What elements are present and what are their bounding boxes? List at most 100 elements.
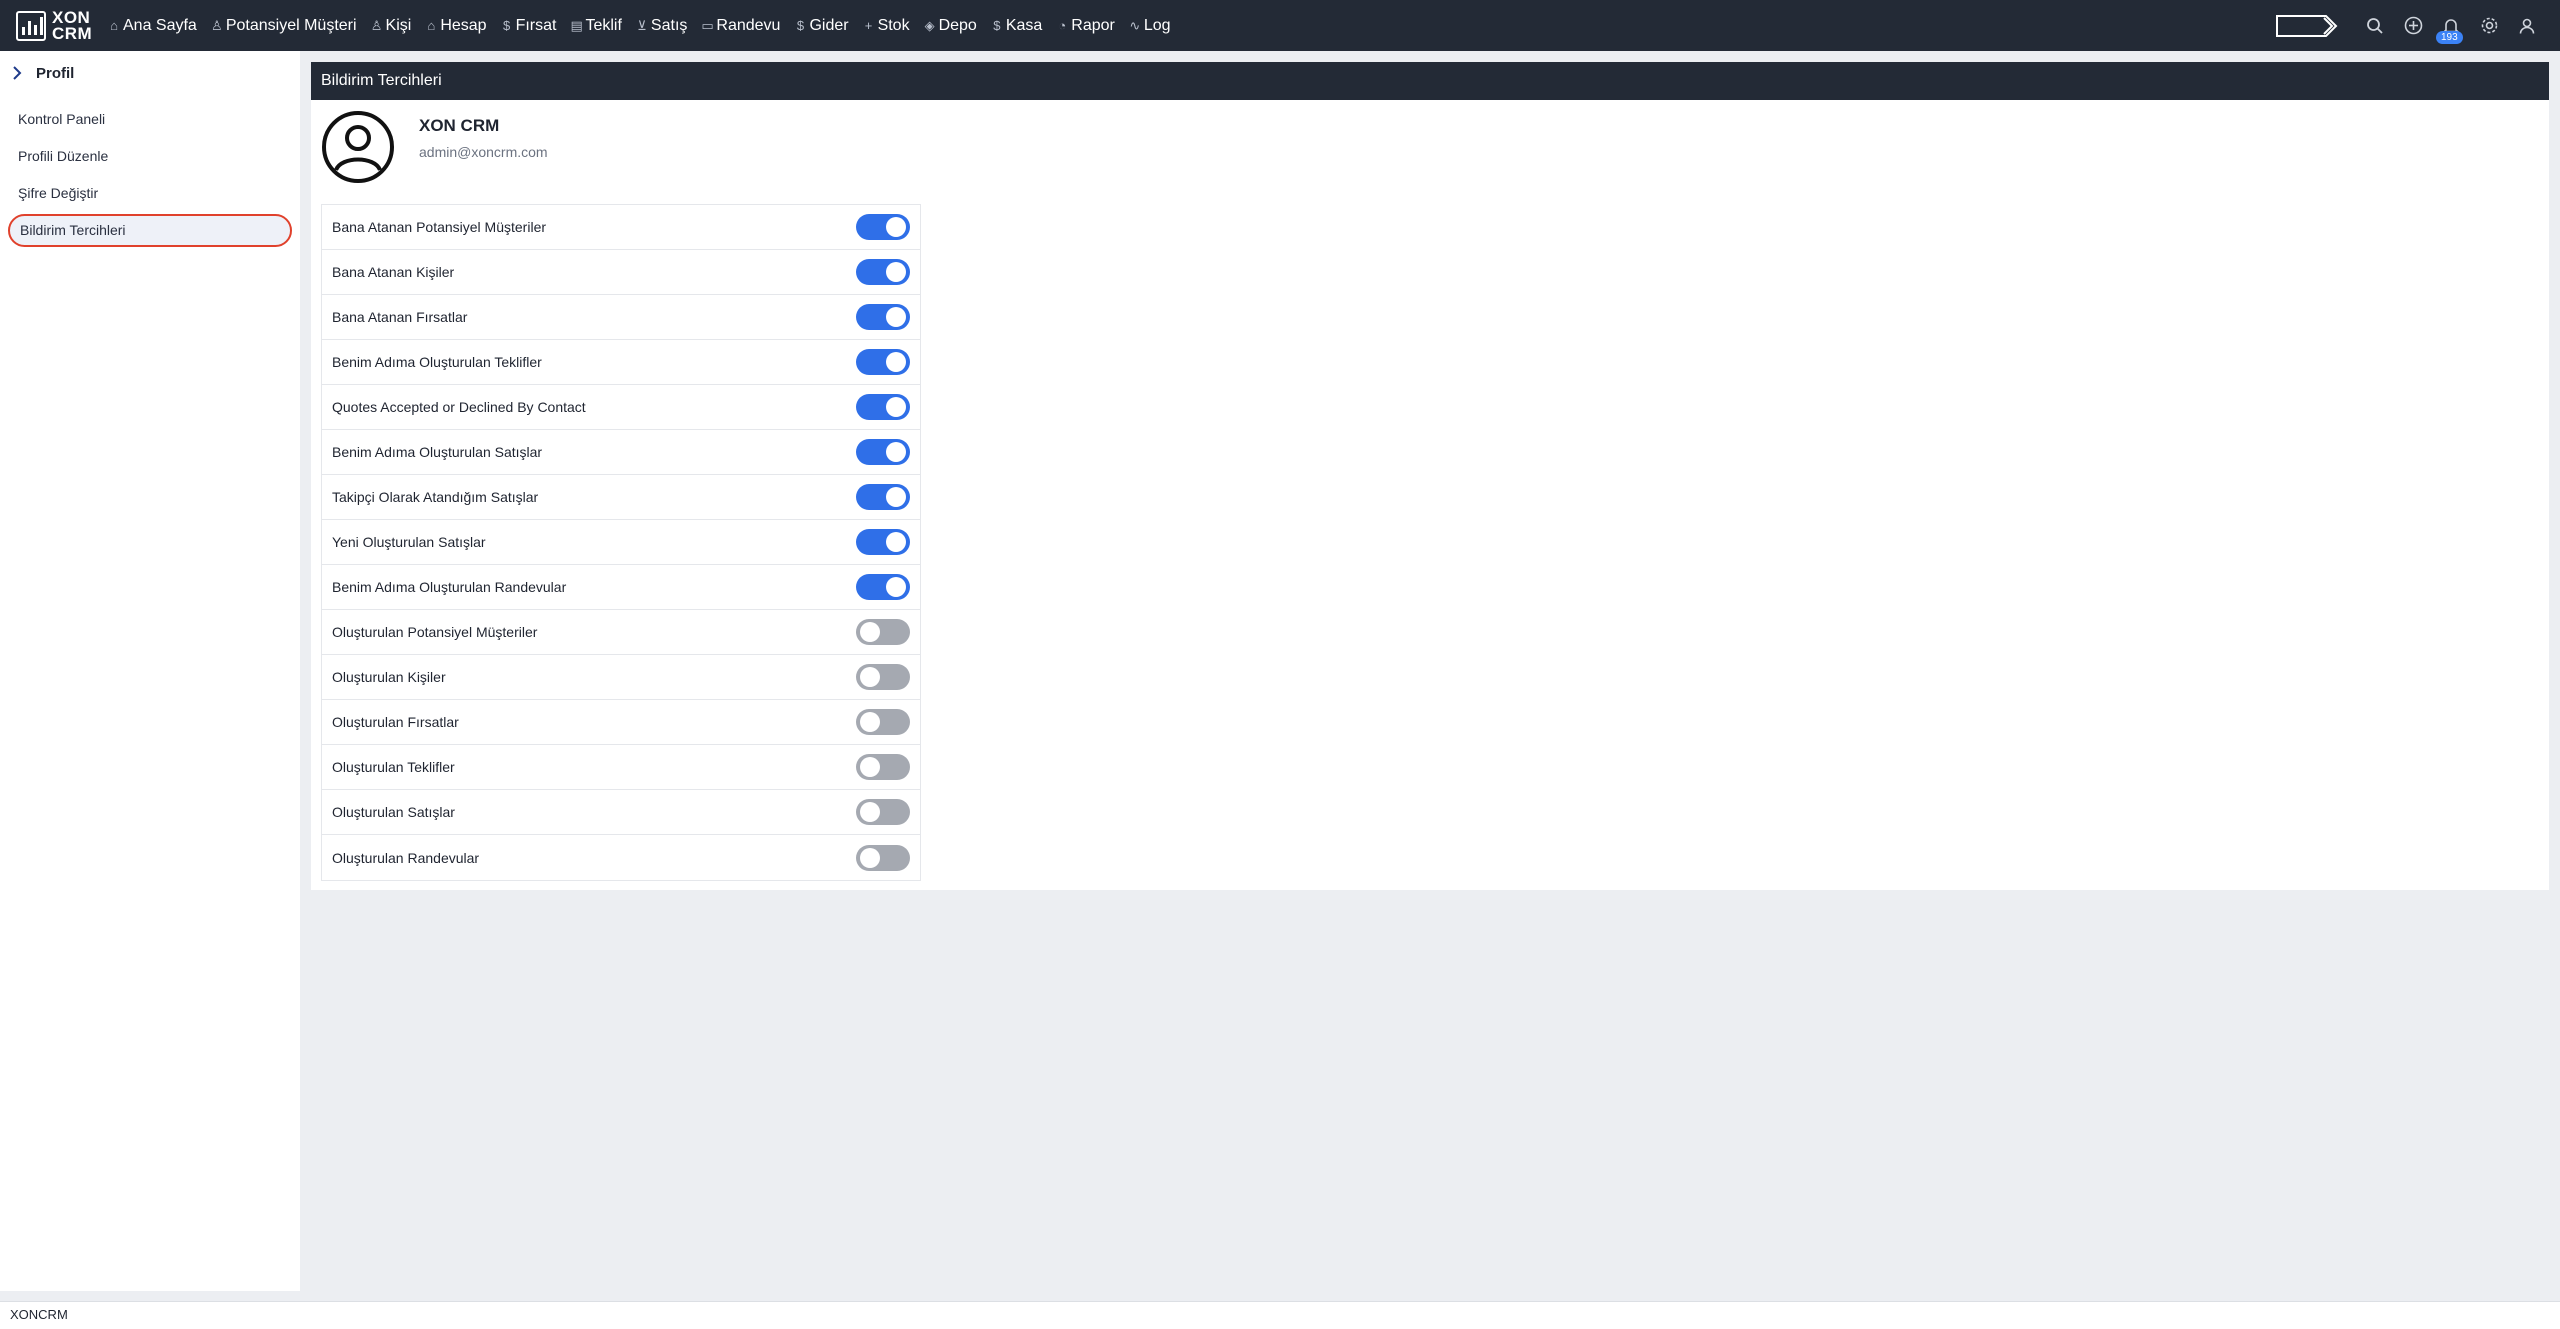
sidebar-title: Profil (36, 64, 75, 82)
chevron-right-icon[interactable] (10, 66, 24, 80)
profile-email: admin@xoncrm.com (419, 144, 548, 160)
nav-item-label: Potansiyel Müşteri (225, 16, 357, 34)
preference-toggle[interactable] (856, 799, 910, 825)
preference-toggle[interactable] (856, 574, 910, 600)
preference-row: Yeni Oluşturulan Satışlar (322, 520, 920, 565)
sidebar-item-2[interactable]: Profili Düzenle (8, 140, 292, 173)
bell-icon[interactable]: 193 (2436, 15, 2463, 44)
preference-toggle[interactable] (856, 394, 910, 420)
expenses-icon: $ (796, 18, 805, 33)
nav-item-label: Gider (809, 16, 849, 34)
nav-item-label: Fırsat (515, 16, 557, 34)
warehouse-icon: ◈ (924, 17, 935, 33)
toggle-knob (860, 847, 880, 868)
sidebar-item-3[interactable]: Şifre Değiştir (8, 177, 292, 210)
notification-count-badge: 193 (2436, 30, 2463, 44)
toggle-knob (860, 757, 880, 777)
toggle-knob (886, 352, 906, 372)
nav-item-sales[interactable]: ⊻ Satış (636, 17, 687, 35)
sidebar-header[interactable]: Profil (0, 51, 300, 95)
preference-label: Oluşturulan Potansiyel Müşteriler (332, 624, 538, 640)
toggle-knob (886, 397, 906, 417)
preference-toggle[interactable] (856, 259, 910, 285)
preference-toggle[interactable] (856, 664, 910, 690)
preference-row: Benim Adıma Oluşturulan Satışlar (322, 430, 920, 475)
nav-item-accounts[interactable]: ⌂ Hesap (425, 17, 486, 35)
nav-item-log[interactable]: ∿ Log (1129, 17, 1170, 35)
nav-item-label: Kasa (1005, 16, 1043, 34)
nav-item-label: Depo (938, 16, 977, 34)
log-icon: ∿ (1129, 17, 1141, 33)
sidebar-item-4[interactable]: Bildirim Tercihleri (8, 214, 292, 247)
nav-item-expenses[interactable]: $ Gider (794, 16, 849, 35)
gear-icon[interactable] (2478, 15, 2500, 37)
reports-icon: ◔ (1058, 18, 1067, 33)
nav-item-cash[interactable]: $ Kasa (991, 17, 1042, 35)
sidebar: Profil Kontrol Paneli Profili Düzenle Şifr… (0, 51, 300, 1291)
preference-row: Benim Adıma Oluşturulan Teklifler (322, 340, 920, 385)
preference-label: Bana Atanan Potansiyel Müşteriler (332, 219, 547, 235)
accounts-icon: ⌂ (427, 18, 436, 33)
preference-toggle[interactable] (856, 484, 910, 510)
preference-label: Bana Atanan Kişiler (332, 264, 455, 280)
nav-item-warehouse[interactable]: ◈ Depo (924, 17, 977, 35)
toggle-knob (886, 532, 906, 552)
cash-icon: $ (993, 18, 1001, 33)
logo-text: XON CRM (52, 7, 93, 43)
nav-item-opportunities[interactable]: $ Fırsat (501, 17, 557, 35)
preference-label: Benim Adıma Oluşturulan Randevular (332, 579, 567, 595)
avatar (322, 111, 394, 183)
panel-title: Bildirim Tercihleri (311, 62, 2549, 100)
arrow-shape-icon[interactable] (2276, 14, 2338, 37)
search-icon[interactable] (2364, 15, 2386, 37)
preference-row: Bana Atanan Potansiyel Müşteriler (322, 205, 920, 250)
preference-toggle[interactable] (856, 349, 910, 375)
toggle-knob (860, 667, 880, 687)
profile-summary: XON CRM admin@xoncrm.com (321, 110, 548, 184)
nav-item-leads[interactable]: ♙ Potansiyel Müşteri (211, 17, 357, 35)
preference-toggle[interactable] (856, 619, 910, 645)
nav-item-reports[interactable]: ◔ Rapor (1056, 17, 1115, 35)
toggle-knob (860, 802, 880, 822)
user-icon[interactable] (2516, 15, 2538, 37)
quotes-icon: ▤ (570, 17, 583, 33)
nav-item-label: Stok (877, 16, 910, 34)
toggle-knob (886, 577, 906, 597)
preference-label: Benim Adıma Oluşturulan Satışlar (332, 444, 543, 460)
sales-icon: ⊻ (637, 17, 647, 33)
opportunities-icon: $ (502, 18, 511, 33)
nav-item-label: Satış (650, 16, 688, 34)
preference-toggle[interactable] (856, 304, 910, 330)
notification-preferences-panel: Bildirim Tercihleri XON CRM admin@xoncrm… (311, 62, 2549, 890)
nav-item-stock[interactable]: + Stok (863, 17, 910, 35)
preference-row: Oluşturulan Fırsatlar (322, 700, 920, 745)
preference-toggle[interactable] (856, 214, 910, 240)
preference-toggle[interactable] (856, 529, 910, 555)
preference-row: Oluşturulan Kişiler (322, 655, 920, 700)
nav-item-appointments[interactable]: ▭ Randevu (701, 17, 780, 35)
preference-label: Bana Atanan Fırsatlar (332, 309, 468, 325)
header-tools: 193 (2276, 0, 2546, 51)
preference-label: Oluşturulan Teklifler (332, 759, 455, 775)
stock-icon: + (864, 18, 873, 33)
contacts-icon: ♙ (370, 17, 383, 33)
nav-item-label: Randevu (716, 16, 781, 34)
nav-item-contacts[interactable]: ♙ Kişi (371, 17, 412, 35)
appointments-icon: ▭ (701, 17, 714, 33)
sidebar-item-1[interactable]: Kontrol Paneli (8, 103, 292, 136)
nav-item-label: Rapor (1071, 16, 1115, 34)
preference-toggle[interactable] (856, 709, 910, 735)
nav-item-home[interactable]: ⌂ Ana Sayfa (108, 17, 197, 35)
toggle-knob (886, 442, 906, 462)
toggle-knob (886, 262, 906, 282)
nav-item-quotes[interactable]: ▤ Teklif (570, 17, 621, 35)
footer: XONCRM (0, 1301, 2560, 1329)
top-navbar: XON CRM ⌂ Ana Sayfa ♙ Potansiyel Müşteri ♙ Ki… (0, 0, 2560, 51)
preference-toggle[interactable] (856, 439, 910, 465)
preference-toggle[interactable] (856, 844, 910, 871)
logo[interactable]: XON CRM (0, 0, 108, 51)
add-circle-icon[interactable] (2402, 15, 2424, 37)
preference-toggle[interactable] (856, 754, 910, 780)
toggle-knob (860, 712, 880, 732)
preference-row: Oluşturulan Satışlar (322, 790, 920, 835)
